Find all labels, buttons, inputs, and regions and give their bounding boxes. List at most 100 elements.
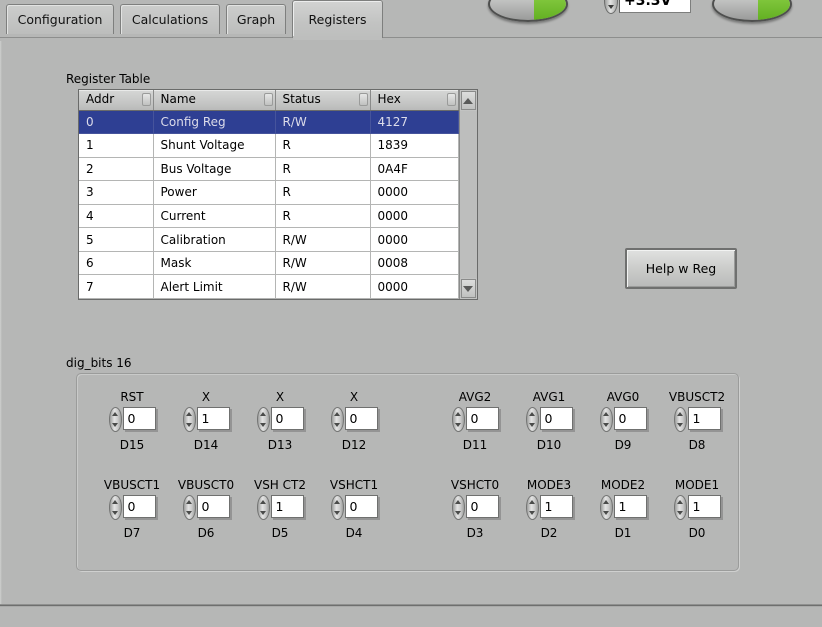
spinner-knob-icon[interactable] (451, 407, 465, 432)
bit-control-d2: MODE3 1 D2 (512, 478, 586, 540)
bit-value-field[interactable]: 1 (687, 407, 721, 430)
chevron-up-icon (529, 411, 535, 416)
chevron-up-icon (603, 499, 609, 504)
triangle-up-icon (463, 97, 474, 104)
scroll-up-button[interactable] (460, 91, 476, 110)
bit-name-label: X (201, 390, 211, 404)
bit-control-d13: X 0 D13 (243, 390, 317, 452)
column-header-addr[interactable]: Addr (79, 90, 154, 111)
cell-status: R/W (275, 110, 371, 135)
bit-value-field[interactable]: 0 (465, 495, 499, 518)
bit-value-field[interactable]: 0 (613, 407, 647, 430)
cell-hex: 0000 (370, 227, 459, 252)
spinner-knob-icon[interactable] (330, 495, 344, 520)
spinner-knob-icon[interactable] (182, 495, 196, 520)
cell-addr: 0 (79, 110, 154, 135)
cell-addr: 7 (79, 274, 154, 299)
spinner-knob-icon[interactable] (673, 407, 687, 432)
table-row[interactable]: 6 Mask R/W 0008 (79, 251, 459, 276)
chevron-down-icon (260, 423, 266, 428)
chevron-down-icon (112, 423, 118, 428)
spinner-knob-icon[interactable] (256, 407, 270, 432)
chevron-down-icon (677, 511, 683, 516)
bit-index-label: D1 (614, 526, 632, 540)
table-vertical-scrollbar[interactable] (458, 90, 477, 299)
tab-bar-base (0, 37, 822, 41)
bit-value-field[interactable]: 0 (344, 495, 378, 518)
chevron-down-icon (529, 423, 535, 428)
scroll-down-button[interactable] (460, 279, 476, 298)
table-row[interactable]: 7 Alert Limit R/W 0000 (79, 274, 459, 299)
cell-addr: 3 (79, 180, 154, 205)
spinner-knob-icon[interactable] (108, 407, 122, 432)
table-row[interactable]: 0 Config Reg R/W 4127 (79, 110, 459, 135)
chevron-up-icon (186, 411, 192, 416)
scrollbar-track[interactable] (459, 111, 477, 278)
bit-index-label: D6 (197, 526, 215, 540)
chevron-down-icon (260, 511, 266, 516)
bit-index-label: D9 (614, 438, 632, 452)
bit-value-field[interactable]: 0 (270, 407, 304, 430)
spinner-knob-icon[interactable] (673, 495, 687, 520)
table-row[interactable]: 3 Power R 0000 (79, 180, 459, 205)
spinner-knob-icon[interactable] (599, 407, 613, 432)
table-row[interactable]: 5 Calibration R/W 0000 (79, 227, 459, 252)
spinner-knob-icon[interactable] (182, 407, 196, 432)
cell-name: Power (153, 180, 276, 205)
bit-value-field[interactable]: 0 (344, 407, 378, 430)
bit-index-label: D12 (341, 438, 367, 452)
spinner-knob-icon[interactable] (599, 495, 613, 520)
chevron-down-icon (603, 423, 609, 428)
triangle-down-icon (463, 285, 474, 292)
bit-value-field[interactable]: 0 (539, 407, 573, 430)
chevron-down-icon (677, 423, 683, 428)
bit-index-label: D13 (267, 438, 293, 452)
bit-value-field[interactable]: 1 (270, 495, 304, 518)
cell-name: Bus Voltage (153, 157, 276, 182)
bit-index-label: D2 (540, 526, 558, 540)
table-row[interactable]: 2 Bus Voltage R 0A4F (79, 157, 459, 182)
spinner-knob-icon[interactable] (108, 495, 122, 520)
spinner-knob-icon[interactable] (451, 495, 465, 520)
cell-status: R/W (275, 227, 371, 252)
cell-addr: 4 (79, 204, 154, 229)
bit-control-d4: VSHCT1 0 D4 (317, 478, 391, 540)
spinner-knob-icon[interactable] (256, 495, 270, 520)
bit-value-field[interactable]: 0 (196, 495, 230, 518)
column-header-status[interactable]: Status (275, 90, 371, 111)
spinner-knob-icon[interactable] (330, 407, 344, 432)
bit-value-field[interactable]: 0 (122, 407, 156, 430)
cell-hex: 0000 (370, 274, 459, 299)
bit-index-label: D0 (688, 526, 706, 540)
bit-value-field[interactable]: 0 (465, 407, 499, 430)
bit-name-label: VBUSCT1 (103, 478, 161, 492)
chevron-up-icon (112, 411, 118, 416)
bit-control-d1: MODE2 1 D1 (586, 478, 660, 540)
table-row[interactable]: 1 Shunt Voltage R 1839 (79, 133, 459, 158)
bit-value-field[interactable]: 1 (687, 495, 721, 518)
chevron-up-icon (334, 499, 340, 504)
dig-bits-row-low: VBUSCT1 0 D7 VBUSCT0 0 D6 VSH CT2 1 D5 V… (77, 478, 740, 554)
bit-value-field[interactable]: 0 (122, 495, 156, 518)
chevron-down-icon (455, 511, 461, 516)
column-header-name[interactable]: Name (153, 90, 276, 111)
chevron-down-icon (455, 423, 461, 428)
column-header-hex[interactable]: Hex (370, 90, 459, 111)
spinner-knob-icon[interactable] (525, 495, 539, 520)
help-with-register-button[interactable]: Help w Reg (625, 248, 737, 289)
tab-calculations[interactable]: Calculations (120, 4, 220, 34)
bit-name-label: VBUSCT0 (177, 478, 235, 492)
bit-index-label: D15 (119, 438, 145, 452)
spinner-knob-icon[interactable] (525, 407, 539, 432)
table-row[interactable]: 4 Current R 0000 (79, 204, 459, 229)
tab-graph[interactable]: Graph (226, 4, 286, 34)
tab-registers[interactable]: Registers (292, 0, 383, 38)
cell-status: R/W (275, 251, 371, 276)
tab-configuration[interactable]: Configuration (6, 4, 114, 34)
bit-value-field[interactable]: 1 (613, 495, 647, 518)
cell-status: R (275, 157, 371, 182)
bit-value-field[interactable]: 1 (539, 495, 573, 518)
bit-value-field[interactable]: 1 (196, 407, 230, 430)
bit-index-label: D5 (271, 526, 289, 540)
cell-hex: 0000 (370, 180, 459, 205)
